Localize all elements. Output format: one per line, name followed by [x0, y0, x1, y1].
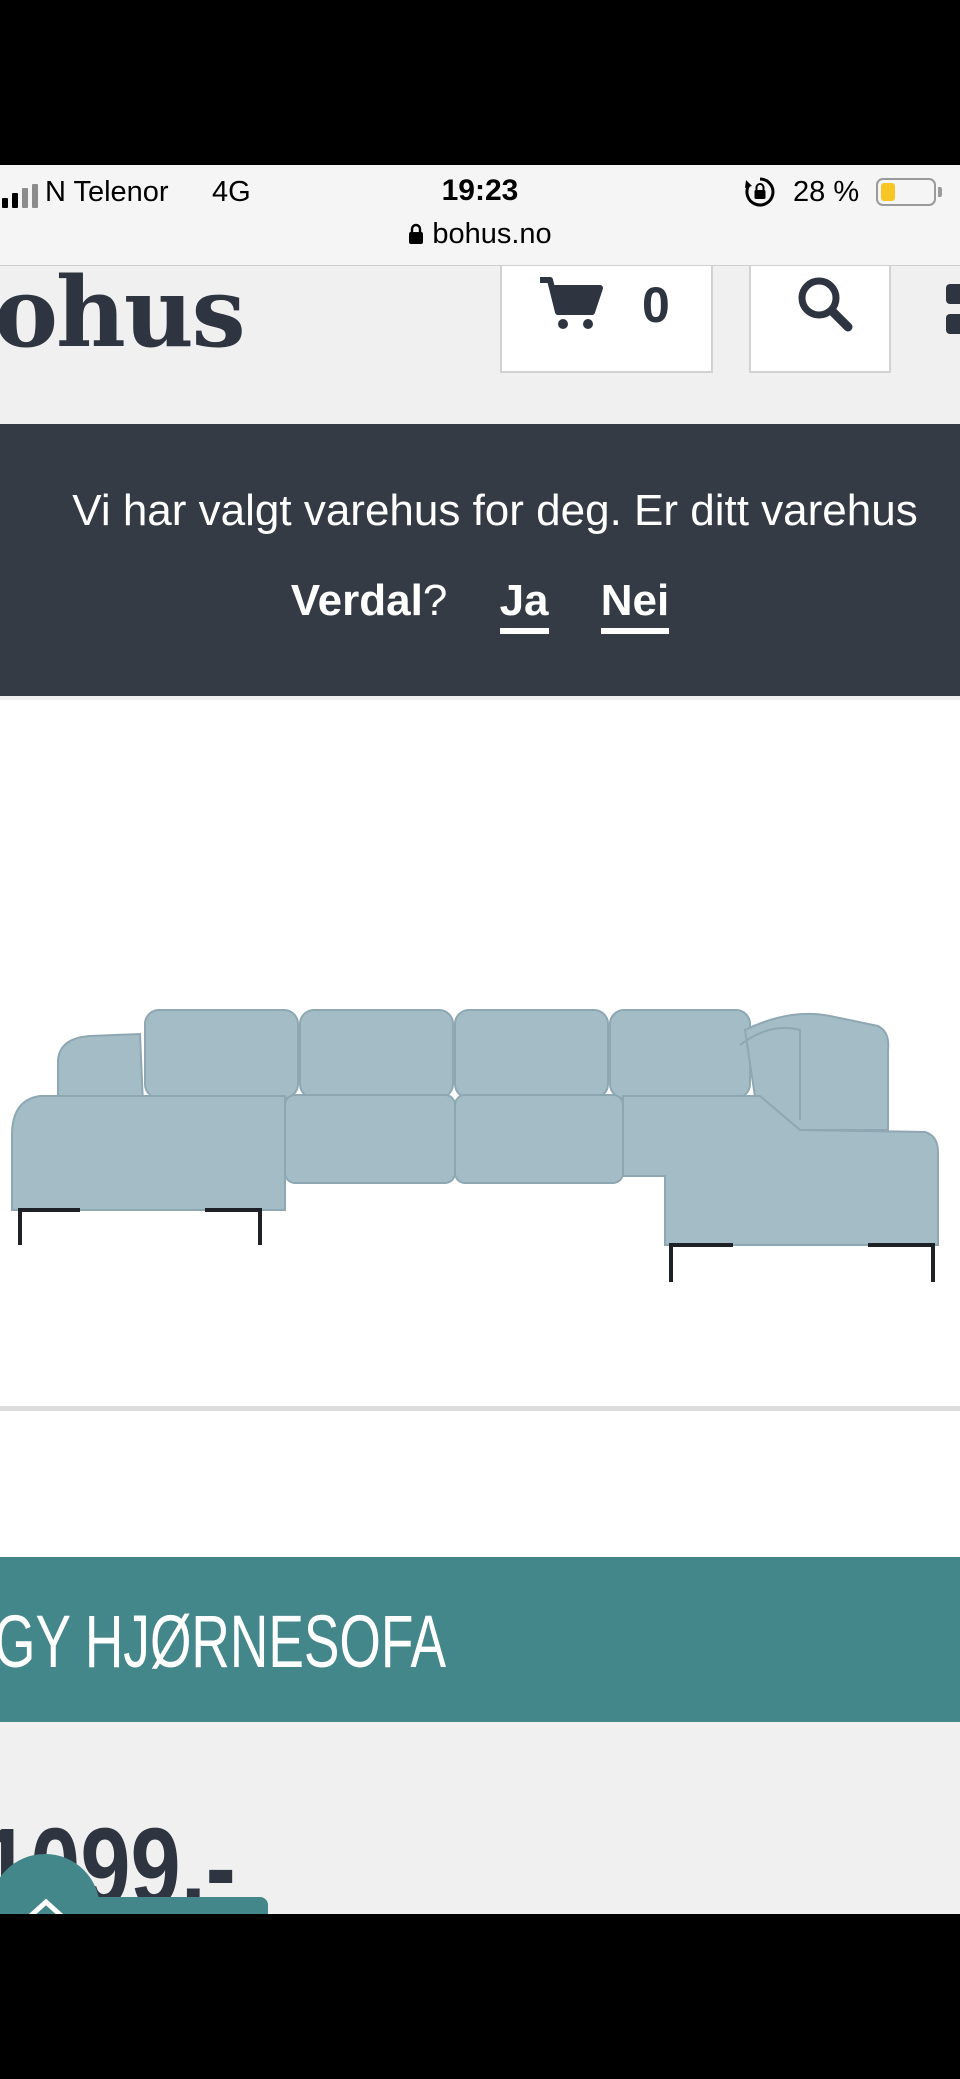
bottom-tab[interactable] [80, 1897, 268, 1914]
battery-tip [938, 187, 942, 197]
product-title: GY HJØRNESOFA [0, 1600, 447, 1683]
top-black-bar [0, 0, 960, 165]
battery-icon [876, 178, 936, 206]
store-selection-banner: Vi har valgt varehus for deg. Er ditt va… [0, 424, 960, 696]
confirm-store-yes-link[interactable]: Ja [499, 576, 549, 634]
search-icon [798, 277, 853, 332]
confirm-store-no-link[interactable]: Nei [600, 576, 670, 634]
cart-button[interactable]: 0 [500, 266, 713, 373]
cart-count: 0 [642, 277, 670, 333]
battery-level-fill [881, 183, 895, 201]
product-image-sofa [11, 1009, 939, 1282]
address-bar[interactable]: bohus.no [0, 218, 960, 251]
spacer [0, 1411, 960, 1561]
battery-percent: 28 % [793, 176, 860, 208]
store-question-mark: ? [422, 576, 448, 625]
search-button[interactable] [749, 266, 891, 373]
menu-icon[interactable] [946, 284, 960, 344]
chevron-up-icon [28, 1898, 64, 1914]
product-image-area[interactable] [0, 700, 960, 1408]
url-text: bohus.no [432, 218, 552, 250]
bottom-black-bar [0, 1914, 960, 2079]
store-confirm-row: Verdal? Ja Nei [0, 576, 960, 634]
store-name: Verdal [290, 576, 423, 625]
lock-icon [409, 223, 424, 244]
bohus-logo[interactable]: ohus [0, 266, 246, 369]
cart-icon [540, 277, 603, 329]
rotation-lock-icon [745, 177, 775, 207]
web-page: ohus 0 Vi har valgt varehus for deg. Er … [0, 266, 960, 1914]
store-question: Vi har valgt varehus for deg. Er ditt va… [72, 486, 918, 535]
product-title-band: GY HJØRNESOFA [0, 1557, 960, 1722]
